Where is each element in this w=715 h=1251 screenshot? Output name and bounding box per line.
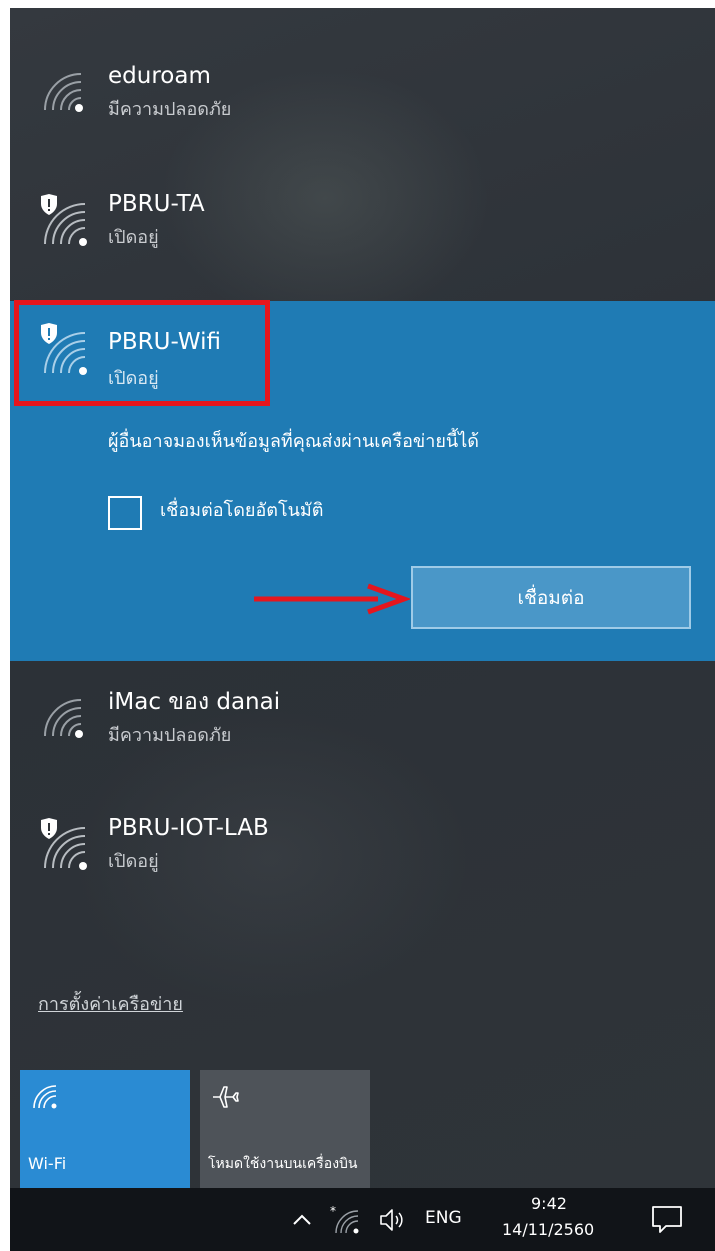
svg-text:*: * (330, 1205, 336, 1218)
network-item-eduroam[interactable]: eduroam มีความปลอดภัย (10, 48, 715, 160)
red-arrow-annotation (254, 583, 410, 615)
network-item-pbru-iot-lab[interactable]: PBRU-IOT-LAB เปิดอยู่ (10, 800, 715, 912)
network-name: PBRU-IOT-LAB (108, 815, 269, 841)
network-warning-text: ผู้อื่นอาจมองเห็นข้อมูลที่คุณส่งผ่านเครื… (108, 431, 479, 452)
network-status: มีความปลอดภัย (108, 725, 232, 746)
wifi-icon (33, 1085, 57, 1109)
airplane-mode-tile[interactable]: โหมดใช้งานบนเครื่องบิน (200, 1070, 370, 1188)
auto-connect-checkbox[interactable] (108, 496, 142, 530)
action-center-notification-icon[interactable] (650, 1204, 684, 1234)
clock-date[interactable]: 14/11/2560 (502, 1220, 594, 1239)
chevron-up-icon[interactable] (292, 1212, 312, 1226)
clock-time[interactable]: 9:42 (531, 1194, 567, 1213)
network-status: เปิดอยู่ (108, 227, 159, 248)
speaker-volume-icon[interactable] (378, 1207, 408, 1233)
auto-connect-label[interactable]: เชื่อมต่อโดยอัตโนมัติ (160, 496, 323, 526)
wifi-signal-icon (44, 699, 83, 738)
network-item-pbru-ta[interactable]: PBRU-TA เปิดอยู่ (10, 176, 715, 288)
network-item-pbru-wifi-expanded[interactable]: PBRU-Wifi เปิดอยู่ ผู้อื่นอาจมองเห็นข้อม… (10, 300, 715, 661)
wifi-open-warning-icon (41, 194, 87, 246)
highlight-annotation-box (14, 300, 270, 406)
wifi-tray-icon[interactable]: * (330, 1205, 364, 1235)
wifi-toggle-tile[interactable]: Wi-Fi (20, 1070, 190, 1188)
network-name: iMac ของ danai (108, 689, 281, 715)
network-status: เปิดอยู่ (108, 851, 159, 872)
language-indicator[interactable]: ENG (425, 1208, 462, 1228)
network-flyout: eduroam มีความปลอดภัย PBRU-TA เปิดอยู่ P… (10, 8, 715, 1188)
airplane-icon (213, 1086, 239, 1108)
network-status: มีความปลอดภัย (108, 99, 232, 120)
network-name: PBRU-TA (108, 191, 205, 217)
wifi-tile-label: Wi-Fi (28, 1154, 67, 1173)
wifi-open-warning-icon (41, 818, 87, 870)
network-settings-link[interactable]: การตั้งค่าเครือข่าย (38, 989, 183, 1018)
network-name: eduroam (108, 63, 211, 89)
taskbar: * ENG 9:42 14/11/2560 (10, 1188, 715, 1251)
connect-button[interactable]: เชื่อมต่อ (411, 566, 691, 629)
wifi-signal-icon (44, 73, 83, 112)
airplane-tile-label: โหมดใช้งานบนเครื่องบิน (208, 1156, 358, 1172)
network-item-imac-danai[interactable]: iMac ของ danai มีความปลอดภัย (10, 674, 715, 786)
